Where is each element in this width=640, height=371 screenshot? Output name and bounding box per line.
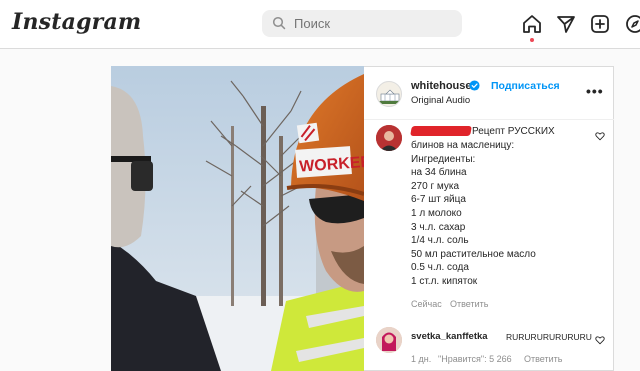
post-side-panel: whitehouse Подписаться Original Audio ••… bbox=[364, 66, 614, 371]
reply-button[interactable]: Ответить bbox=[524, 354, 562, 364]
commenter-username[interactable]: svetka_kanffetka bbox=[411, 331, 488, 342]
comment-line: 1 ст.л. кипяток bbox=[411, 275, 478, 287]
comment-line: 50 мл растительное масло bbox=[411, 248, 536, 260]
commenter-avatar-image bbox=[376, 327, 402, 353]
home-icon[interactable] bbox=[521, 13, 543, 35]
commenter-avatar[interactable] bbox=[376, 125, 402, 151]
commenter-avatar[interactable] bbox=[376, 327, 402, 353]
reply-button[interactable]: Ответить bbox=[450, 299, 488, 309]
comment-line: 270 г мука bbox=[411, 180, 460, 192]
post-image: WORKER bbox=[111, 66, 364, 371]
redacted-username bbox=[410, 126, 472, 136]
comment-time[interactable]: 1 дн. bbox=[411, 354, 431, 364]
comment-line: 1 л молоко bbox=[411, 207, 462, 219]
like-comment-icon[interactable] bbox=[595, 335, 605, 345]
author-avatar[interactable] bbox=[376, 81, 402, 107]
comment-time[interactable]: Сейчас bbox=[411, 299, 442, 309]
comment-text: RURURURURURURU bbox=[506, 332, 592, 342]
comment-line: 6-7 шт яйца bbox=[411, 194, 466, 206]
audio-label[interactable]: Original Audio bbox=[411, 95, 470, 106]
comment-line: 3 ч.л. сахар bbox=[411, 221, 466, 233]
like-comment-icon[interactable] bbox=[595, 131, 605, 141]
comment-line: на 34 блина bbox=[411, 167, 467, 179]
notification-dot bbox=[530, 38, 534, 42]
search-input[interactable] bbox=[262, 10, 462, 37]
comment-line: 0.5 ч.л. сода bbox=[411, 262, 469, 274]
comment-likes[interactable]: "Нравится": 5 266 bbox=[438, 354, 512, 364]
direct-icon[interactable] bbox=[555, 13, 577, 35]
instagram-logo[interactable]: Instagram bbox=[12, 9, 141, 35]
author-username[interactable]: whitehouse bbox=[411, 80, 472, 92]
follow-button[interactable]: Подписаться bbox=[491, 80, 560, 92]
post-photo[interactable]: WORKER bbox=[111, 66, 364, 371]
search-icon bbox=[272, 16, 286, 30]
verified-badge-icon bbox=[469, 80, 480, 91]
white-house-emblem-icon bbox=[379, 89, 401, 104]
post-header: whitehouse Подписаться Original Audio ••… bbox=[364, 67, 614, 120]
create-icon[interactable] bbox=[589, 13, 611, 35]
commenter-avatar-image bbox=[376, 125, 402, 151]
comment-line: 1/4 ч.л. соль bbox=[411, 235, 469, 247]
explore-icon[interactable] bbox=[624, 13, 640, 35]
comment-line: Ингредиенты: bbox=[411, 153, 476, 165]
comment-text: блинов на масленицу: Ингредиенты: на 34 … bbox=[411, 139, 591, 289]
top-navigation-bar: Instagram bbox=[0, 0, 640, 49]
comment-text-first-line: Рецепт РУССКИХ bbox=[472, 126, 555, 137]
more-options-icon[interactable]: ••• bbox=[586, 83, 604, 99]
comment-line: блинов на масленицу: bbox=[411, 140, 515, 151]
